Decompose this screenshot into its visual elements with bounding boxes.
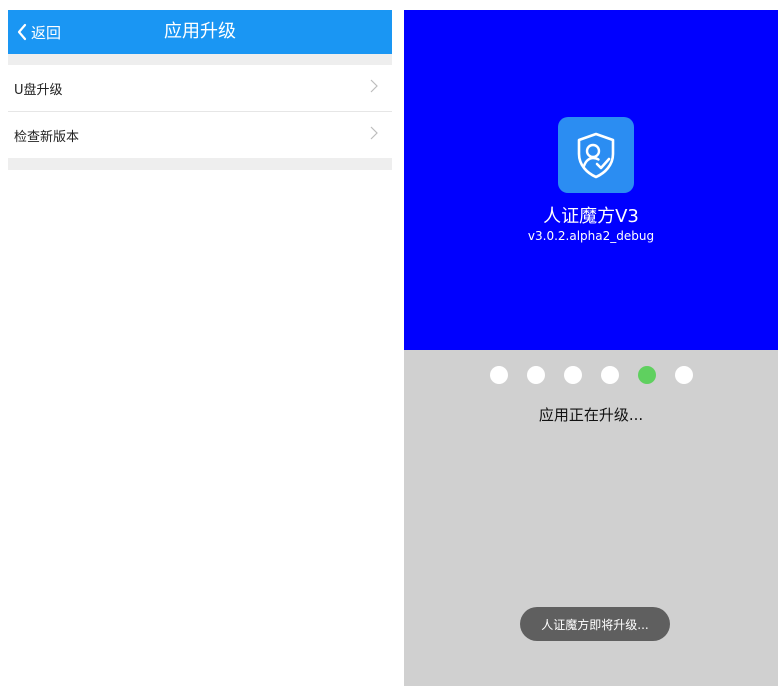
progress-dot [563,366,582,384]
shield-user-check-icon [558,117,634,193]
progress-dot-active [637,366,656,384]
progress-dot [674,366,693,384]
upgrade-status-text: 应用正在升级... [538,406,644,424]
chevron-right-icon [370,126,378,144]
splash-panel: 人证魔方V3 v3.0.2.alpha2_debug [404,10,778,350]
progress-dot [600,366,619,384]
usb-upgrade-item[interactable]: U盘升级 [8,65,392,111]
upgrade-menu: U盘升级 检查新版本 [8,65,392,158]
chevron-right-icon [370,79,378,97]
check-new-version-item[interactable]: 检查新版本 [8,111,392,158]
section-divider [8,158,392,170]
upgrade-screen: 人证魔方V3 v3.0.2.alpha2_debug 应用正在升级... 人证魔… [404,10,778,686]
progress-dot [489,366,508,384]
progress-dots [404,366,778,384]
check-new-version-label: 检查新版本 [14,129,80,145]
page-title: 应用升级 [164,21,236,42]
settings-screen: 返回 应用升级 U盘升级 检查新版本 [8,10,392,686]
usb-upgrade-label: U盘升级 [14,82,63,98]
progress-dot [526,366,545,384]
app-name: 人证魔方V3 [543,206,639,227]
app-version: v3.0.2.alpha2_debug [527,229,655,243]
section-divider [8,54,392,65]
toast-message: 人证魔方即将升级... [520,607,670,641]
header-bar: 返回 应用升级 [8,10,392,54]
